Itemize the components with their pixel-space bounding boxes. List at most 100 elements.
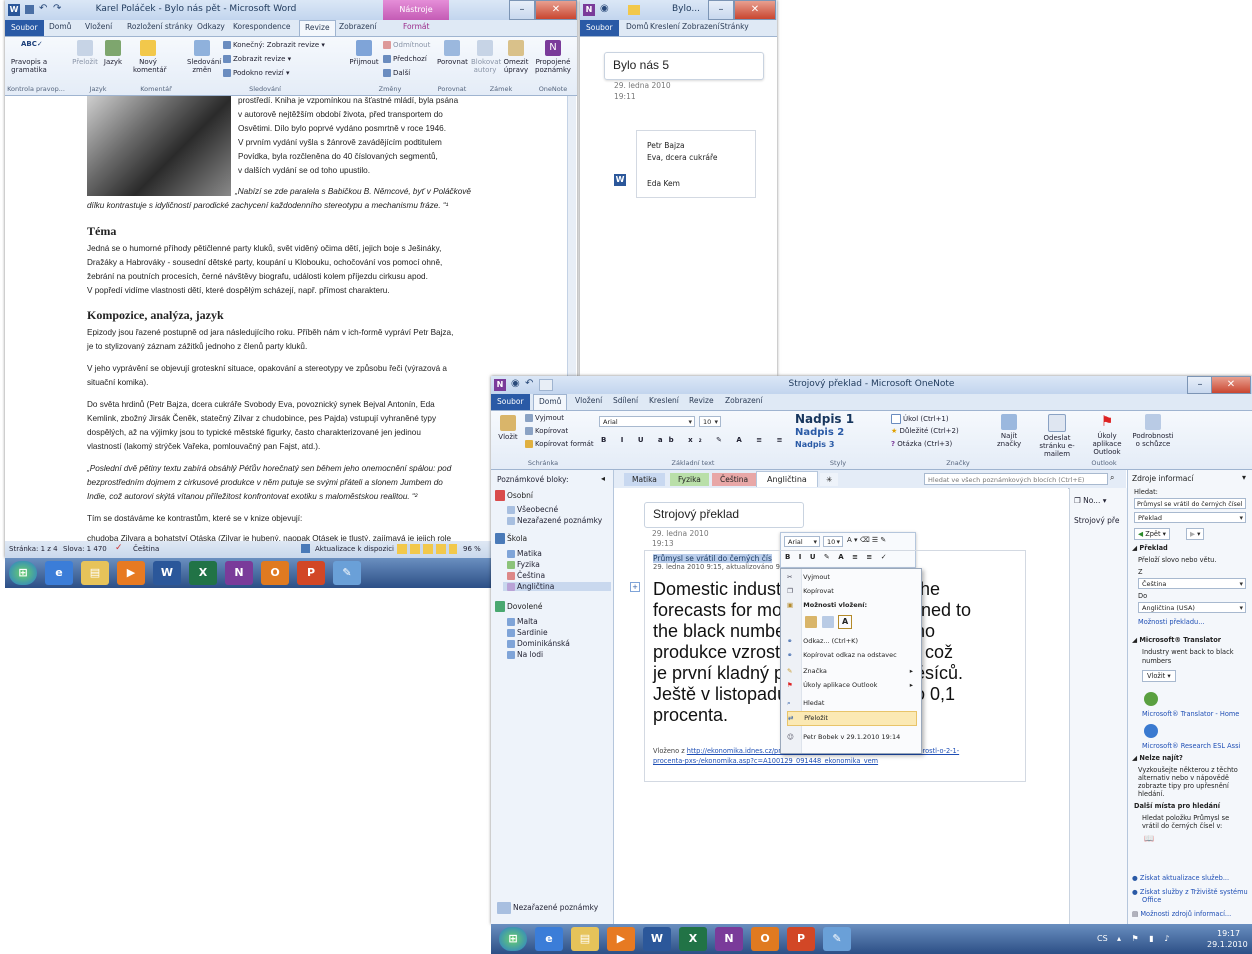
tab-soubor[interactable]: Soubor — [491, 394, 530, 410]
add-content-icon[interactable]: + — [630, 582, 640, 592]
translator-link[interactable]: Microsoft® Translator - Home — [1142, 710, 1239, 718]
page-item[interactable]: Strojový pře — [1074, 516, 1119, 525]
selected-text[interactable]: Průmysl se vrátil do černých čís — [653, 554, 772, 563]
back-button[interactable]: ◀ Zpět ▾ — [1134, 528, 1170, 540]
translate-button[interactable]: Přeložit — [71, 40, 99, 66]
menu-translate[interactable]: ⇄ Přeložit — [787, 711, 917, 726]
paste-merge-icon[interactable] — [821, 615, 834, 628]
minimize-button[interactable]: – — [708, 0, 734, 20]
media-icon[interactable]: ▶ — [117, 561, 145, 585]
show-markup-button[interactable]: Zobrazit revize ▾ — [223, 55, 291, 63]
email-page-button[interactable]: Odeslat stránku e-mailem — [1031, 414, 1083, 458]
media-icon[interactable]: ▶ — [607, 927, 635, 951]
previous-button[interactable]: Předchozí — [383, 55, 427, 63]
tag-todo[interactable]: Úkol (Ctrl+1) — [891, 414, 949, 424]
tab-revize[interactable]: Revize — [299, 20, 336, 36]
forward-button[interactable]: ▶ ▾ — [1186, 528, 1205, 540]
status-zoom[interactable]: 96 % — [463, 545, 481, 553]
copy-button[interactable]: Kopírovat — [525, 427, 568, 435]
menu-author[interactable]: ☺ Petr Bobek v 29.1.2010 19:14 — [787, 731, 917, 744]
new-page-button[interactable]: ❐ No... ▾ — [1074, 496, 1107, 505]
menu-copy[interactable]: ❐ Kopírovat — [787, 585, 917, 598]
research-link[interactable]: Microsoft® Research ESL Assi — [1142, 742, 1240, 750]
view-buttons[interactable] — [397, 544, 457, 554]
excel-task-icon[interactable]: X — [679, 927, 707, 951]
explorer-icon[interactable]: ▤ — [571, 927, 599, 951]
notebook-skola[interactable]: Škola — [495, 533, 609, 547]
paste-option-buttons[interactable]: A — [805, 615, 875, 629]
notebook-dovolene[interactable]: Dovolené — [495, 601, 609, 615]
menu-copy-link[interactable]: ⚭ Kopírovat odkaz na odstavec — [787, 649, 917, 662]
spelling-button[interactable]: ABC✓ Pravopis a gramatika — [9, 40, 49, 74]
section-item[interactable]: Matika — [507, 549, 542, 558]
menu-outlook-tasks[interactable]: ⚑ Úkoly aplikace Outlook ▸ — [787, 679, 917, 692]
paste-keep-icon[interactable] — [805, 615, 817, 628]
status-page[interactable]: Stránka: 1 z 4 — [9, 545, 58, 553]
style-heading3[interactable]: Nadpis 3 — [795, 440, 834, 449]
font-size-select[interactable]: 10 — [699, 416, 721, 428]
section-item[interactable]: Sardinie — [507, 628, 548, 637]
tab-zobrazeni[interactable]: Zobrazení — [682, 22, 720, 31]
new-section-tab[interactable]: ✳ — [820, 473, 839, 486]
word-link-icon[interactable]: W — [614, 174, 626, 186]
tab-zobrazeni[interactable]: Zobrazení — [725, 396, 763, 405]
tab-domu[interactable]: Domů — [533, 394, 568, 410]
mini-font-select[interactable]: Arial — [784, 536, 820, 548]
tab-domu[interactable]: Domů — [626, 22, 648, 31]
book-icon[interactable]: 📖 — [1144, 834, 1154, 843]
final-show-markup-select[interactable]: Konečný: Zobrazit revize ▾ — [223, 41, 325, 49]
proofing-icon[interactable]: ✓ — [115, 543, 123, 553]
tab-vlozeni[interactable]: Vložení — [575, 396, 602, 405]
ie-icon[interactable]: e — [45, 561, 73, 585]
mini-format-buttons[interactable]: A ▾ ⌫ ☰ ✎ — [847, 536, 886, 544]
menu-cut[interactable]: ✂ Vyjmout — [787, 571, 917, 584]
outlook-task-icon[interactable]: O — [261, 561, 289, 585]
format-buttons[interactable]: B I U ab x₂ ✎ A ≡ ≡ — [601, 436, 788, 444]
tab-revize[interactable]: Revize — [689, 396, 714, 405]
section-item[interactable]: Fyzika — [507, 560, 540, 569]
word-task-icon[interactable]: W — [153, 561, 181, 585]
section-tab-cestina[interactable]: Čeština — [712, 473, 757, 486]
cut-button[interactable]: Vyjmout — [525, 414, 564, 422]
section-item-selected[interactable]: Angličtina — [503, 582, 611, 591]
notebook-osobni[interactable]: Osobní — [495, 490, 609, 504]
section-tab-fyzika[interactable]: Fyzika — [670, 473, 709, 486]
excel-task-icon[interactable]: X — [189, 561, 217, 585]
close-button[interactable]: ✕ — [1211, 376, 1251, 394]
section-item[interactable]: Malta — [507, 617, 538, 626]
tab-soubor[interactable]: Soubor — [580, 20, 619, 36]
tab-kresleni[interactable]: Kreslení — [650, 22, 680, 31]
ie-icon[interactable]: e — [535, 927, 563, 951]
font-select[interactable]: Arial — [599, 416, 695, 428]
powerpoint-task-icon[interactable]: P — [297, 561, 325, 585]
tag-important[interactable]: ★ Důležité (Ctrl+2) — [891, 427, 959, 435]
explorer-icon[interactable]: ▤ — [81, 561, 109, 585]
get-updates-link[interactable]: ● Získat aktualizace služeb... — [1132, 874, 1229, 882]
tab-sdileni[interactable]: Sdílení — [613, 396, 638, 405]
language-indicator[interactable]: CS — [1097, 934, 1108, 943]
source-link[interactable]: procenta-pxs-/ekonomika.asp?c=A100129_09… — [653, 757, 878, 765]
start-button[interactable]: ⊞ — [499, 927, 527, 951]
research-service-select[interactable]: Překlad — [1134, 512, 1246, 524]
language-button[interactable]: Jazyk — [101, 40, 125, 66]
find-tags-button[interactable]: Najít značky — [997, 414, 1021, 448]
track-changes-button[interactable]: Sledování změn — [187, 40, 221, 74]
translation-options-link[interactable]: Možnosti překladu... — [1138, 618, 1205, 626]
powerpoint-task-icon[interactable]: P — [787, 927, 815, 951]
marketplace-link[interactable]: Office — [1142, 896, 1161, 904]
restrict-editing-button[interactable]: Omezit úpravy — [501, 40, 531, 74]
reject-button[interactable]: Odmítnout — [383, 41, 430, 49]
dock-note-box[interactable]: Petr Bajza Eva, dcera cukráře Eda Kem — [636, 130, 756, 198]
search-input[interactable]: Hledat ve všech poznámkových blocích (Ct… — [924, 473, 1108, 485]
tab-korespondence[interactable]: Korespondence — [233, 22, 291, 31]
tray-icons[interactable]: ▴ ⚑ ▮ ♪ — [1117, 934, 1173, 943]
menu-link[interactable]: ⚭ Odkaz... (Ctrl+K) — [787, 635, 917, 648]
tab-soubor[interactable]: Soubor — [5, 20, 44, 36]
start-button[interactable]: ⊞ — [9, 561, 37, 585]
linked-notes-button[interactable]: N Propojené poznámky — [535, 40, 571, 74]
close-button[interactable]: ✕ — [535, 0, 577, 20]
marketplace-link[interactable]: ● Získat služby z Trživiště systému — [1132, 888, 1248, 896]
section-item[interactable]: Dominikánská — [507, 639, 570, 648]
collapse-icon[interactable]: ◂ — [601, 474, 605, 483]
search-icon[interactable]: ⌕ — [1110, 473, 1114, 483]
